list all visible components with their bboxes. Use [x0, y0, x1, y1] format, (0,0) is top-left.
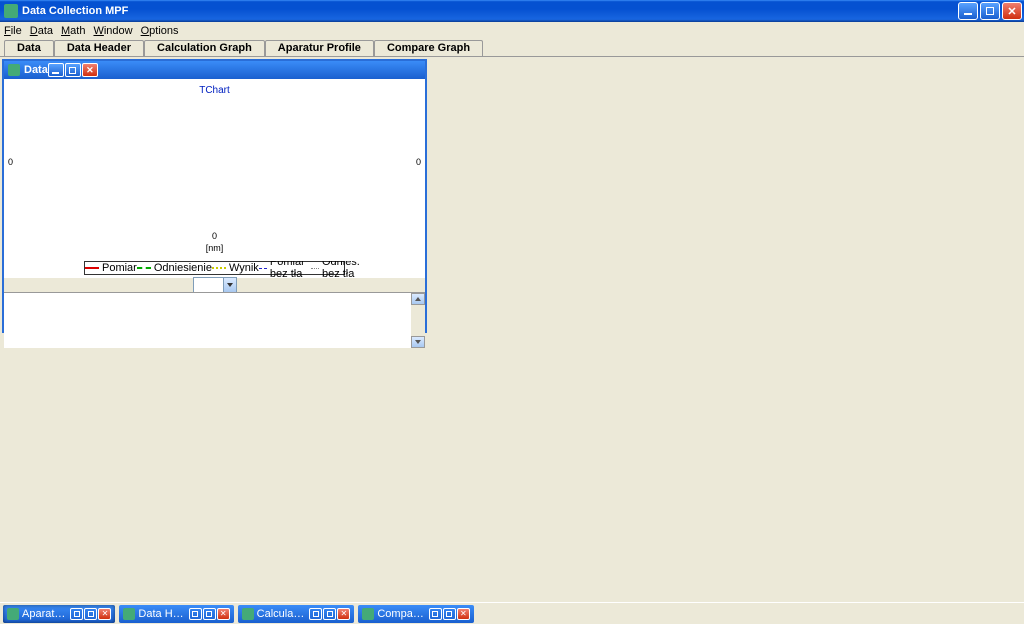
task-close-button[interactable]: ✕: [457, 608, 470, 620]
scrollbar-vertical[interactable]: [411, 293, 425, 348]
combo-dropdown-button[interactable]: [223, 278, 236, 292]
tab-data[interactable]: Data: [4, 40, 54, 56]
menu-options[interactable]: Options: [141, 25, 179, 37]
app-title: Data Collection MPF: [22, 5, 128, 17]
scroll-down-button[interactable]: [411, 336, 425, 348]
tab-data-header[interactable]: Data Header: [54, 40, 144, 56]
task-icon: [242, 608, 254, 620]
mdi-taskbar: Aparat… ✕ Data H… ✕ Calcula… ✕ Compa… ✕: [0, 602, 1024, 624]
task-close-button[interactable]: ✕: [337, 608, 350, 620]
tab-compare-graph[interactable]: Compare Graph: [374, 40, 483, 56]
child-close-button[interactable]: ✕: [82, 63, 98, 77]
task-max-button[interactable]: [84, 608, 97, 620]
chart-title: TChart: [4, 79, 425, 96]
tab-aparatur-profile[interactable]: Aparatur Profile: [265, 40, 374, 56]
task-icon: [123, 608, 135, 620]
scroll-up-button[interactable]: [411, 293, 425, 305]
legend-item-odniesienie: Odniesienie: [137, 262, 212, 274]
task-close-button[interactable]: ✕: [217, 608, 230, 620]
text-area[interactable]: [4, 292, 425, 348]
y-axis-right-tick: 0: [416, 157, 421, 167]
task-close-button[interactable]: ✕: [98, 608, 111, 620]
child-maximize-button[interactable]: [65, 63, 81, 77]
child-toolbar: [4, 278, 425, 292]
task-data-header[interactable]: Data H… ✕: [119, 605, 233, 623]
task-calcula[interactable]: Calcula… ✕: [238, 605, 355, 623]
y-axis-left-tick: 0: [8, 157, 13, 167]
x-axis-label: [nm]: [206, 243, 224, 253]
task-restore-button[interactable]: [429, 608, 442, 620]
task-aparat[interactable]: Aparat… ✕: [3, 605, 115, 623]
menu-bar: File Data Math Window Options: [0, 22, 1024, 40]
close-button[interactable]: ✕: [1002, 2, 1022, 20]
maximize-button[interactable]: [980, 2, 1000, 20]
task-max-button[interactable]: [323, 608, 336, 620]
task-icon: [362, 608, 374, 620]
combo-select[interactable]: [193, 277, 237, 293]
child-title: Data: [24, 64, 48, 76]
legend-item-pomiar: Pomiar: [85, 262, 137, 274]
task-max-button[interactable]: [443, 608, 456, 620]
child-window-data: Data ✕ TChart 0 0 0 [nm] Pomiar Odniesie…: [2, 59, 427, 333]
child-minimize-button[interactable]: [48, 63, 64, 77]
legend-item-wynik: Wynik: [212, 262, 259, 274]
task-restore-button[interactable]: [309, 608, 322, 620]
task-icon: [7, 608, 19, 620]
menu-data[interactable]: Data: [30, 25, 53, 37]
tab-bar: Data Data Header Calculation Graph Apara…: [0, 40, 1024, 57]
minimize-button[interactable]: [958, 2, 978, 20]
task-compa[interactable]: Compa… ✕: [358, 605, 473, 623]
menu-math[interactable]: Math: [61, 25, 85, 37]
child-title-bar[interactable]: Data ✕: [4, 61, 425, 79]
app-icon: [4, 4, 18, 18]
task-restore-button[interactable]: [70, 608, 83, 620]
mdi-area: Data ✕ TChart 0 0 0 [nm] Pomiar Odniesie…: [0, 57, 1024, 602]
scroll-track[interactable]: [411, 305, 425, 336]
menu-file[interactable]: File: [4, 25, 22, 37]
main-title-bar: Data Collection MPF ✕: [0, 0, 1024, 22]
menu-window[interactable]: Window: [93, 25, 132, 37]
chart-area: TChart 0 0 0 [nm]: [4, 79, 425, 261]
task-restore-button[interactable]: [189, 608, 202, 620]
x-axis-tick: 0: [212, 231, 217, 241]
child-app-icon: [8, 64, 20, 76]
tab-calculation-graph[interactable]: Calculation Graph: [144, 40, 265, 56]
task-max-button[interactable]: [203, 608, 216, 620]
combo-value: [194, 278, 223, 292]
chart-legend: Pomiar Odniesienie Wynik Pomiar bez tła …: [84, 261, 345, 275]
